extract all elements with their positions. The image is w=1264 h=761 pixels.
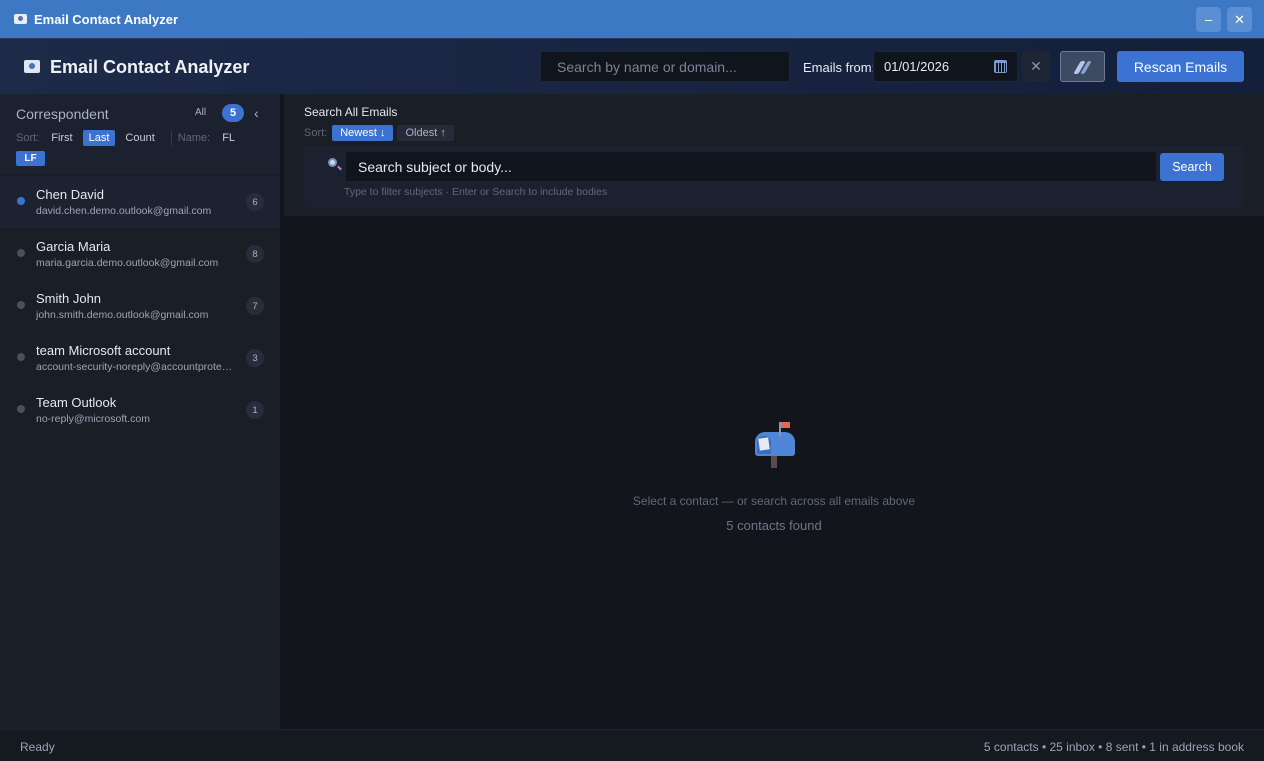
sort-row: Sort: First Last Count Name: FL (16, 130, 245, 146)
email-count-badge: 1 (246, 401, 264, 419)
date-value: 01/01/2026 (884, 59, 950, 74)
main-panel: Search All Emails Sort: Newest ↓ Oldest … (284, 94, 1264, 729)
contact-email: no-reply@microsoft.com (36, 413, 150, 425)
search-icon (328, 158, 337, 167)
sort-label: Sort: (304, 127, 328, 139)
app-title: Email Contact Analyzer (50, 57, 250, 77)
sort-label: Sort: (16, 132, 40, 144)
mailbox-icon (753, 422, 795, 470)
app-icon (14, 14, 27, 24)
status-bar: Ready 5 contacts • 25 inbox • 8 sent • 1… (0, 729, 1264, 761)
status-summary: 5 contacts • 25 inbox • 8 sent • 1 in ad… (983, 740, 1244, 754)
email-sort-row: Sort: Newest ↓ Oldest ↑ (304, 125, 458, 141)
sort-last-button[interactable]: Last (82, 130, 116, 146)
rescan-emails-button[interactable]: Rescan Emails (1117, 51, 1244, 82)
status-dot (17, 249, 25, 257)
collapse-sidebar-icon[interactable]: ‹ (254, 105, 259, 121)
email-count-badge: 3 (246, 349, 264, 367)
sidebar-header: Correspondent All 5 ‹ Sort: First Last C… (0, 94, 280, 174)
name-lf-button[interactable]: LF (16, 151, 45, 166)
search-button[interactable]: Search (1160, 153, 1224, 181)
status-dot (17, 405, 25, 413)
email-search-box: Search Type to filter subjects · Enter o… (304, 146, 1244, 208)
divider (170, 131, 172, 145)
contact-count-badge: 5 (222, 104, 244, 122)
sidebar-title: Correspondent (16, 106, 109, 122)
contact-item[interactable]: Chen David david.chen.demo.outlook@gmail… (0, 176, 280, 228)
emails-from-label: Emails from: (803, 60, 876, 75)
filter-all-link[interactable]: All (195, 107, 206, 118)
feather-icon (1075, 60, 1091, 74)
contact-name: Team Outlook (36, 395, 117, 410)
email-search-input[interactable] (346, 152, 1156, 181)
sort-newest-button[interactable]: Newest ↓ (332, 125, 394, 141)
contact-list: Chen David david.chen.demo.outlook@gmail… (0, 176, 280, 436)
email-count-badge: 7 (246, 297, 264, 315)
contact-email: maria.garcia.demo.outlook@gmail.com (36, 257, 219, 269)
status-text: Ready (20, 740, 55, 754)
empty-message: Select a contact — or search across all … (632, 494, 916, 508)
title-bar: Email Contact Analyzer – ✕ (0, 0, 1264, 38)
logo-icon (24, 60, 40, 73)
contact-name: Garcia Maria (36, 239, 111, 254)
clear-date-button[interactable]: ✕ (1022, 51, 1050, 82)
contact-item[interactable]: team Microsoft account account-security-… (0, 332, 280, 384)
contact-name: Chen David (36, 187, 104, 202)
sort-oldest-button[interactable]: Oldest ↑ (397, 125, 454, 141)
contact-name: Smith John (36, 291, 102, 306)
contact-name: team Microsoft account (36, 343, 171, 358)
date-field[interactable]: 01/01/2026 (873, 51, 1018, 82)
contacts-sidebar: Correspondent All 5 ‹ Sort: First Last C… (0, 94, 280, 729)
empty-state: Select a contact — or search across all … (284, 216, 1264, 729)
name-format-label: Name: (177, 132, 211, 144)
window-title: Email Contact Analyzer (34, 12, 179, 27)
feather-button[interactable] (1060, 51, 1105, 82)
app-header: Email Contact Analyzer Emails from: 01/0… (0, 38, 1264, 94)
contact-item[interactable]: Team Outlook no-reply@microsoft.com 1 (0, 384, 280, 436)
calendar-icon[interactable] (994, 60, 1007, 73)
contact-item[interactable]: Garcia Maria maria.garcia.demo.outlook@g… (0, 228, 280, 280)
sort-count-button[interactable]: Count (119, 130, 160, 146)
status-dot (17, 301, 25, 309)
contact-email: john.smith.demo.outlook@gmail.com (36, 309, 209, 321)
search-panel-title: Search All Emails (304, 105, 398, 119)
email-search-panel: Search All Emails Sort: Newest ↓ Oldest … (284, 94, 1264, 216)
name-fl-button[interactable]: FL (216, 130, 241, 146)
contacts-found-text: 5 contacts found (726, 518, 822, 533)
search-hint: Type to filter subjects · Enter or Searc… (344, 186, 608, 198)
contact-item[interactable]: Smith John john.smith.demo.outlook@gmail… (0, 280, 280, 332)
contact-email: david.chen.demo.outlook@gmail.com (36, 205, 212, 217)
email-count-badge: 8 (246, 245, 264, 263)
status-dot (17, 197, 25, 205)
minimize-button[interactable]: – (1196, 7, 1221, 32)
status-dot (17, 353, 25, 361)
email-count-badge: 6 (246, 193, 264, 211)
contact-email: account-security-noreply@accountprotecti… (36, 361, 236, 373)
contact-search-input[interactable] (540, 51, 790, 82)
close-button[interactable]: ✕ (1227, 7, 1252, 32)
sort-first-button[interactable]: First (45, 130, 78, 146)
